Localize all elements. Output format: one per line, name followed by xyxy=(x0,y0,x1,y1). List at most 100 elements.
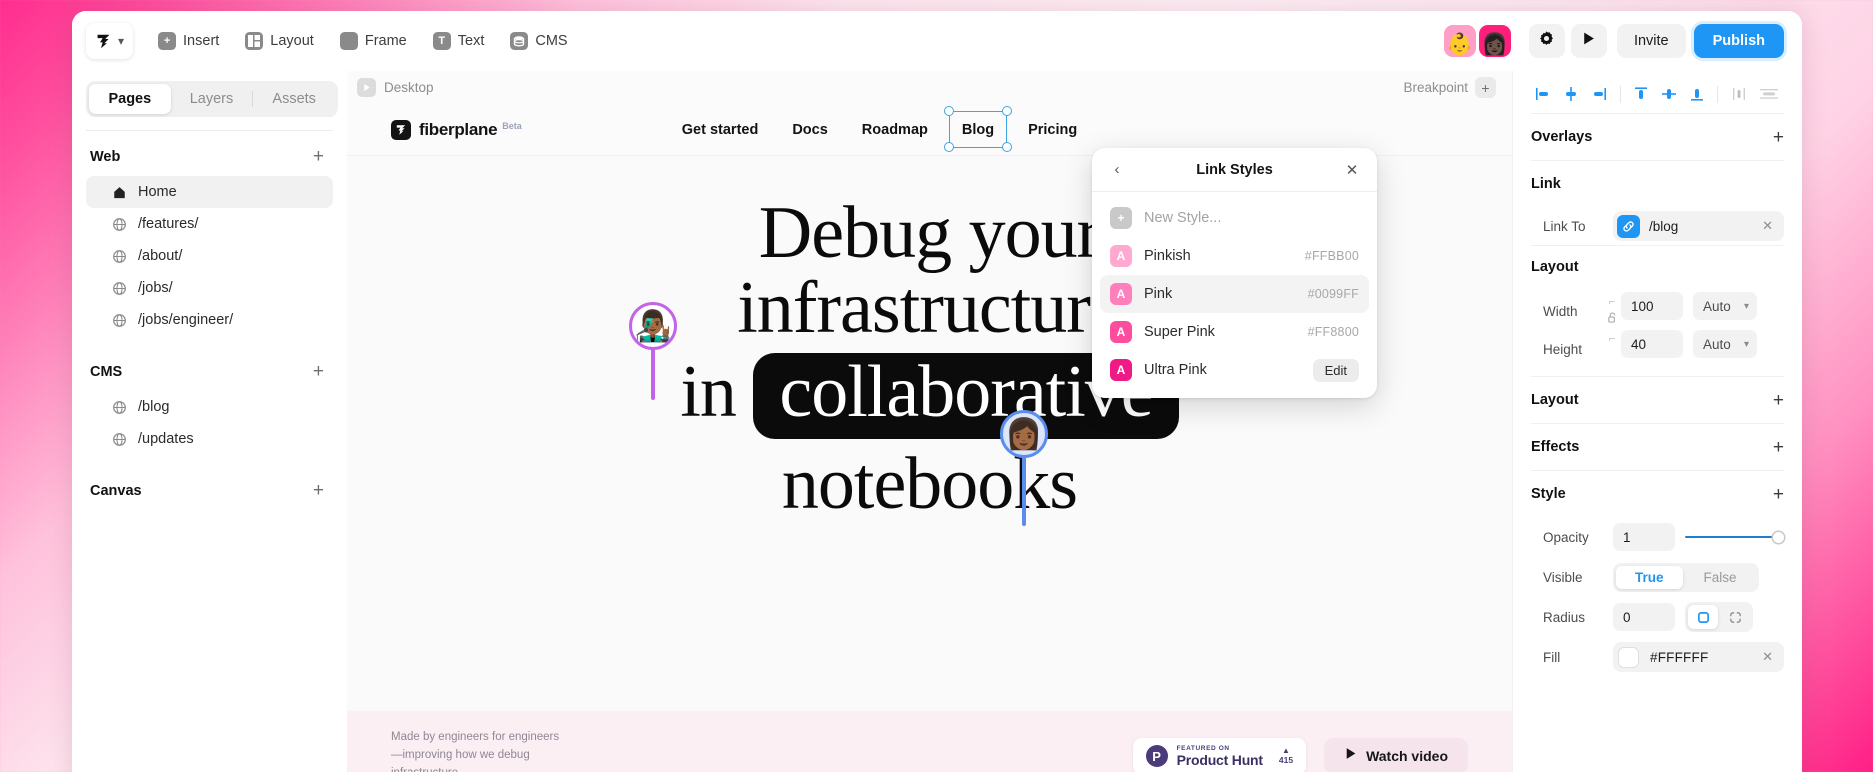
site-nav-get-started[interactable]: Get started xyxy=(682,122,759,138)
sidebar-item-jobs-engineer[interactable]: /jobs/engineer/ xyxy=(86,304,333,336)
selection-handle-br[interactable] xyxy=(1001,142,1012,152)
add-style-button[interactable]: + xyxy=(1773,485,1784,504)
toolbar-frame-button[interactable]: Frame xyxy=(329,24,418,58)
selection-handle-bl[interactable] xyxy=(944,142,955,152)
collaborator-avatar-2[interactable]: 👩🏿 xyxy=(1478,25,1511,57)
tab-assets[interactable]: Assets xyxy=(253,84,335,114)
slider-knob[interactable] xyxy=(1773,531,1784,543)
site-nav-pricing[interactable]: Pricing xyxy=(1028,122,1077,138)
align-top-icon[interactable] xyxy=(1629,82,1654,107)
radius-all-icon[interactable] xyxy=(1688,605,1718,629)
add-canvas-button[interactable]: + xyxy=(310,481,327,500)
close-icon[interactable]: ✕ xyxy=(1341,159,1363,181)
visible-true-option[interactable]: True xyxy=(1616,565,1683,589)
fill-color-swatch[interactable] xyxy=(1618,646,1639,668)
publish-button[interactable]: Publish xyxy=(1693,24,1784,58)
style-row-super-pink[interactable]: A Super Pink #FF8800 xyxy=(1100,313,1369,351)
add-effect-button[interactable]: + xyxy=(1773,438,1784,457)
sidebar-tabs: Pages Layers Assets xyxy=(86,81,338,117)
add-cms-page-button[interactable]: + xyxy=(310,362,327,381)
add-overlay-button[interactable]: + xyxy=(1773,128,1784,147)
sidebar-item-about[interactable]: /about/ xyxy=(86,240,333,272)
toolbar-insert-label: Insert xyxy=(183,33,220,49)
tab-pages-label: Pages xyxy=(108,91,152,107)
chevron-down-icon: ▾ xyxy=(1743,338,1749,350)
add-layout-button[interactable]: + xyxy=(1773,391,1784,410)
app-logo-button[interactable]: ▾ xyxy=(86,23,134,59)
site-brand[interactable]: fiberplane Beta xyxy=(391,119,522,140)
watch-video-button[interactable]: Watch video xyxy=(1324,738,1468,772)
globe-icon xyxy=(112,217,127,232)
tab-layers[interactable]: Layers xyxy=(171,84,253,114)
opacity-slider[interactable] xyxy=(1685,530,1784,544)
align-left-icon[interactable] xyxy=(1531,82,1556,107)
globe-icon xyxy=(112,281,127,296)
sidebar-item-jobs[interactable]: /jobs/ xyxy=(86,272,333,304)
sidebar-item-updates[interactable]: /updates xyxy=(86,423,333,455)
radius-input[interactable]: 0 xyxy=(1613,603,1675,631)
product-hunt-badge[interactable]: P FEATURED ON Product Hunt ▲ 415 xyxy=(1132,737,1307,772)
style-row-ultra-pink-edit-button[interactable]: Edit xyxy=(1312,358,1359,382)
toolbar-actions: + Insert Layout Frame T Text CMS xyxy=(147,24,579,58)
aspect-lock[interactable]: ⌐ ⌐ xyxy=(1603,292,1621,348)
inspector-layout2-header: Layout + xyxy=(1531,377,1784,423)
fill-field[interactable]: #FFFFFF ✕ xyxy=(1613,642,1784,672)
new-style-row[interactable]: + New Style... xyxy=(1100,199,1369,237)
toolbar-layout-button[interactable]: Layout xyxy=(234,24,325,58)
toolbar-layout-label: Layout xyxy=(270,33,314,49)
invite-button[interactable]: Invite xyxy=(1616,24,1686,58)
canvas-area[interactable]: Desktop Breakpoint + fiberplane Beta Get… xyxy=(347,71,1512,772)
style-row-pinkish-hex: #FFBB00 xyxy=(1304,249,1359,263)
toolbar-cms-button[interactable]: CMS xyxy=(499,24,578,58)
height-input[interactable]: 40 xyxy=(1621,330,1683,358)
link-styles-popover: ‹ Link Styles ✕ + New Style... A Pinkish… xyxy=(1092,148,1377,398)
opacity-input[interactable]: 1 xyxy=(1613,523,1675,551)
site-nav-docs[interactable]: Docs xyxy=(792,122,827,138)
width-mode-select[interactable]: Auto ▾ xyxy=(1693,292,1757,320)
sidebar-item-features[interactable]: /features/ xyxy=(86,208,333,240)
link-to-field[interactable]: /blog ✕ xyxy=(1613,211,1784,241)
radius-individual-icon[interactable] xyxy=(1720,605,1750,629)
site-nav-roadmap[interactable]: Roadmap xyxy=(862,122,928,138)
site-nav-blog[interactable]: Blog xyxy=(944,106,1012,152)
visible-false-option[interactable]: False xyxy=(1685,566,1756,589)
plus-icon: + xyxy=(1110,207,1132,229)
app-window: ▾ + Insert Layout Frame T Text CMS 👶 👩🏿 … xyxy=(72,11,1802,772)
align-bottom-icon[interactable] xyxy=(1684,82,1709,107)
align-center-vertical-icon[interactable] xyxy=(1657,82,1682,107)
visible-row: Visible True False xyxy=(1531,557,1784,597)
inspector-effects-title: Effects xyxy=(1531,439,1580,455)
add-breakpoint-button[interactable]: + xyxy=(1475,77,1496,98)
breakpoint-preview-icon[interactable] xyxy=(357,78,376,97)
clear-link-icon[interactable]: ✕ xyxy=(1760,218,1775,234)
site-footer-text: Made by engineers for engineers—improvin… xyxy=(391,731,560,772)
inspector-style-header: Style + xyxy=(1531,471,1784,517)
add-web-page-button[interactable]: + xyxy=(310,147,327,166)
sidebar-item-blog[interactable]: /blog xyxy=(86,391,333,423)
style-row-pink[interactable]: A Pink #0099FF xyxy=(1100,275,1369,313)
selection-handle-tr[interactable] xyxy=(1001,106,1012,116)
distribute-vertical-icon[interactable] xyxy=(1754,82,1784,107)
collaborator-avatar-1[interactable]: 👶 xyxy=(1443,25,1476,57)
align-center-horizontal-icon[interactable] xyxy=(1559,82,1584,107)
chevron-left-icon[interactable]: ‹ xyxy=(1106,159,1128,181)
settings-button[interactable] xyxy=(1528,24,1565,58)
toolbar-text-button[interactable]: T Text xyxy=(422,24,496,58)
style-row-ultra-pink-label: Ultra Pink xyxy=(1144,362,1207,378)
style-row-ultra-pink[interactable]: A Ultra Pink Edit xyxy=(1100,351,1369,389)
preview-button[interactable] xyxy=(1570,24,1607,58)
width-mode-value: Auto xyxy=(1703,298,1731,314)
database-icon xyxy=(510,32,529,50)
size-inputs: 100 Auto ▾ 40 Auto ▾ xyxy=(1621,292,1757,358)
distribute-horizontal-icon[interactable] xyxy=(1726,82,1751,107)
sidebar-item-home[interactable]: Home xyxy=(86,176,333,208)
tab-pages[interactable]: Pages xyxy=(89,84,171,114)
style-row-pinkish[interactable]: A Pinkish #FFBB00 xyxy=(1100,237,1369,275)
selection-handle-tl[interactable] xyxy=(944,106,955,116)
clear-fill-icon[interactable]: ✕ xyxy=(1760,649,1775,665)
size-fields: Width Height ⌐ ⌐ 100 Auto ▾ 40 Auto ▾ xyxy=(1531,288,1784,376)
toolbar-insert-button[interactable]: + Insert xyxy=(147,24,230,58)
height-mode-select[interactable]: Auto ▾ xyxy=(1693,330,1757,358)
width-input[interactable]: 100 xyxy=(1621,292,1683,320)
align-right-icon[interactable] xyxy=(1587,82,1612,107)
